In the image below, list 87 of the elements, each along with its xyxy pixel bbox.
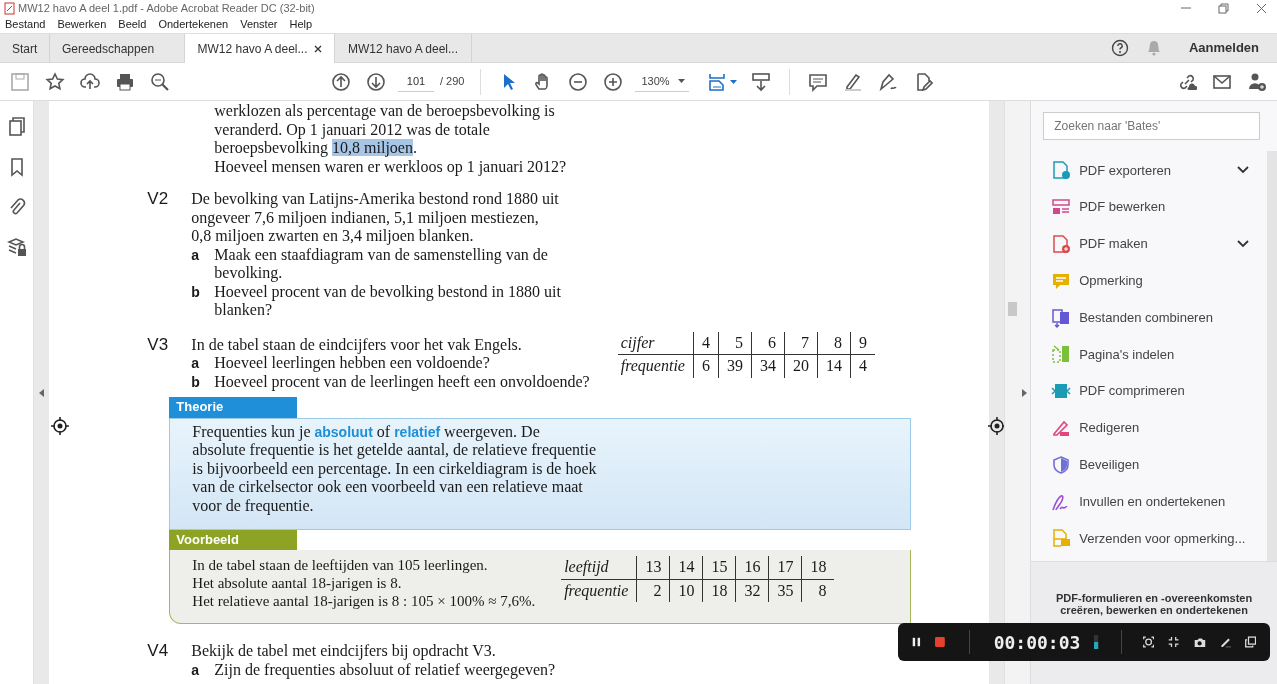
part-letter: b (191, 372, 201, 391)
star-icon[interactable] (45, 71, 65, 92)
zoom-in-icon[interactable] (603, 71, 624, 92)
menu-item[interactable]: Bestand (5, 16, 46, 33)
menu-item[interactable]: Ondertekenen (158, 16, 229, 33)
stop-icon[interactable] (935, 635, 945, 649)
part-letter: a (191, 354, 201, 373)
question-text: Bekijk de tabel met eindcijfers bij opdracht V3. (191, 642, 497, 661)
zoom-out-icon[interactable] (568, 71, 589, 92)
chevron-down-icon[interactable] (1237, 240, 1250, 248)
tool-item[interactable]: Beveiligen (1031, 446, 1272, 484)
footer-text: PDF-formulieren en -overeenkomsten creëren, bewerken en ondertekenen (1055, 592, 1254, 616)
pdf-file-icon (4, 1, 15, 15)
question-text: Hoeveel procent van de bevolking bestond in 1880 uit blanken? (214, 282, 561, 320)
tool-item[interactable]: Invullen en ondertekenen (1031, 483, 1272, 520)
tool-item[interactable]: Redigeren (1031, 409, 1272, 447)
frequency-table: leeftijd 13 14 15 16 17 18 frequentie 2 10 18 32 35 8 (561, 556, 835, 602)
layers-lock-icon[interactable] (6, 237, 27, 257)
collapse-right-icon[interactable] (1021, 389, 1027, 397)
example-text: In de tabel staan de leeftijden van 105 leerlingen. Het absolute aantal 18-jarigen is 8. Het relatieve aantal 18-jarigen is 8 : 105 × 100% ≈ 7,6%. (192, 556, 536, 611)
audio-meter-icon (1094, 632, 1099, 652)
scrollbar-thumb[interactable] (1007, 302, 1017, 316)
window-icon[interactable] (1244, 634, 1257, 650)
recording-timer: 00:00:03 (993, 630, 1081, 655)
close-tab-icon[interactable] (313, 44, 322, 53)
question-text: In de tabel staan de eindcijfers voor het vak Engels. (191, 335, 523, 354)
tool-item[interactable]: Bestanden combineren (1031, 299, 1272, 336)
crosshair-icon (988, 417, 1004, 435)
add-user-icon[interactable] (1247, 71, 1267, 92)
restore-icon[interactable] (1218, 2, 1230, 14)
question-number: V3 (147, 335, 170, 356)
document-tab[interactable]: MW12 havo A deel... (185, 34, 335, 63)
close-icon[interactable] (1256, 2, 1267, 14)
sign-in-link[interactable]: Aanmelden (1188, 38, 1259, 58)
comment-icon[interactable] (808, 71, 829, 92)
collapse-left-icon[interactable] (39, 389, 45, 397)
question-number: V4 (147, 642, 170, 662)
pen-sign-icon[interactable] (878, 71, 899, 92)
help-icon[interactable] (1110, 39, 1129, 57)
caret-icon (730, 79, 738, 84)
tool-item[interactable]: PDF comprimeren (1031, 372, 1272, 410)
arrow-up-icon[interactable] (331, 71, 351, 92)
page-total: / 290 (440, 74, 465, 90)
fit-page-icon[interactable] (707, 71, 728, 92)
tool-item[interactable]: Opmerking (1031, 262, 1272, 300)
search-field[interactable]: Zoeken naar 'Bates' (1043, 112, 1261, 140)
menu-item[interactable]: Help (289, 16, 313, 33)
question-text: Maak een staafdiagram van de samenstelling van de bevolking. (214, 245, 548, 283)
window-title: MW12 havo A deel 1.pdf - Adobe Acrobat Reader DC (32-bit) (18, 0, 315, 16)
theory-heading: Theorie (169, 397, 298, 418)
exit-fullscreen-icon[interactable] (1168, 634, 1180, 650)
question-text: Hoeveel leerlingen hebben een voldoende? (214, 354, 490, 373)
theory-text: Frequenties kun je absoluut of relatief weergeven. De absolute frequentie is het getelde aantal, de relatieve frequentie is bijvoorbeeld een percentage. In een cirkeldiagram is de hoek van de cirkelsector ook een voorbeeld van een relatieve maat voor de frequentie. (192, 422, 598, 515)
question-text: Hoeveel procent van de leerlingen heeft een onvoldoende? (214, 372, 590, 391)
part-letter: b (191, 282, 201, 302)
tool-item[interactable]: Pagina's indelen (1031, 336, 1272, 373)
part-letter: a (191, 245, 201, 265)
document-tab[interactable]: MW12 havo A deel... (335, 34, 472, 63)
tool-item[interactable]: Verzenden voor opmerking... (1031, 519, 1272, 557)
crosshair-icon (51, 417, 70, 435)
question-number: V2 (147, 190, 170, 210)
example-heading: Voorbeeld (169, 529, 298, 550)
tool-item[interactable]: PDF maken (1031, 225, 1272, 263)
tool-item[interactable]: PDF exporteren (1031, 152, 1272, 189)
menu-item[interactable]: Bewerken (57, 16, 107, 33)
cloud-upload-icon[interactable] (80, 71, 100, 92)
screenshot-region-icon[interactable] (1143, 634, 1155, 650)
frequency-table: cijfer 4 5 6 7 8 9 frequentie 6 39 34 20 14 4 (617, 331, 875, 378)
pause-icon[interactable] (912, 635, 922, 649)
pages-icon[interactable] (6, 117, 27, 137)
print-icon[interactable] (115, 71, 135, 92)
tool-item[interactable]: PDF bewerken (1031, 188, 1272, 226)
search-icon[interactable] (150, 71, 170, 92)
part-letter: a (191, 660, 201, 679)
scrollbar-track[interactable] (1267, 151, 1277, 563)
paragraph: werklozen als percentage van de beroepsbevolking is veranderd. Op 1 januari 2012 was de totale beroepsbevolking 10,8 miljoen. Hoeveel mensen waren er werkloos op 1 januari 2012? (214, 102, 568, 176)
highlighter-icon[interactable] (843, 71, 864, 92)
menu-item[interactable]: Beeld (118, 16, 147, 33)
caret-icon (678, 79, 686, 83)
arrow-down-icon[interactable] (366, 71, 386, 92)
question-text: De bevolking van Latijns-Amerika bestond rond 1880 uit ongeveer 7,6 miljoen indianen, 5,1 miljoen mestiezen, 0,8 miljoen zwarten en 3,4 miljoen blanken. (191, 190, 560, 246)
question-text: Zijn de frequenties absoluut of relatief weergegeven? (214, 660, 556, 679)
zoom-field[interactable]: 130% (635, 71, 690, 92)
nav-tab[interactable]: Start (0, 34, 50, 63)
scroll-mode-icon[interactable] (751, 71, 772, 92)
menu-item[interactable]: Venster (240, 16, 278, 33)
chevron-down-icon[interactable] (1237, 166, 1250, 175)
